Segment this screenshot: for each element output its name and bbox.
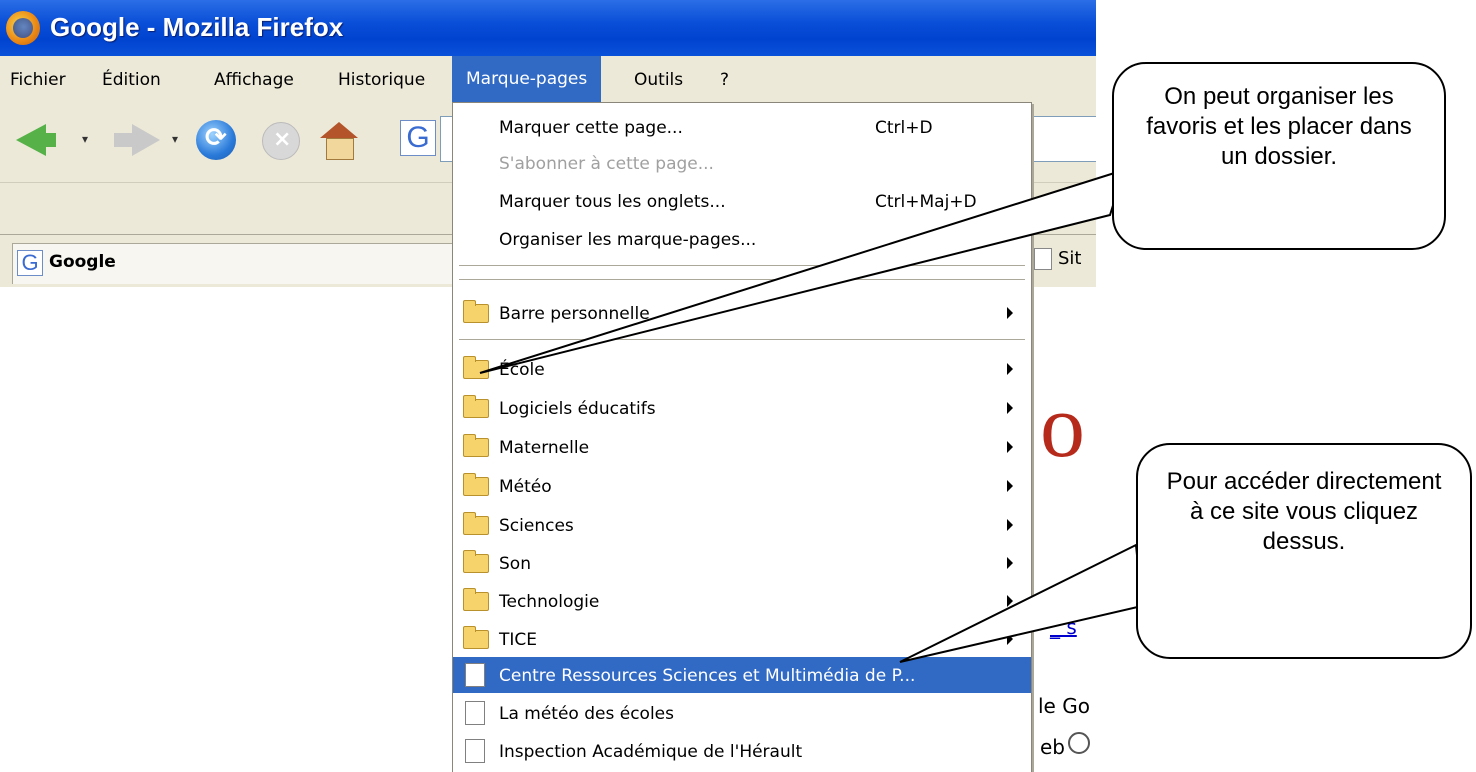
callout-access: Pour accéder directement à ce site vous … [1136,443,1472,659]
callout-bottom-pointer [899,543,1144,663]
callout-access-text: Pour accéder directement à ce site vous … [1166,468,1442,555]
callout-organize: On peut organiser les favoris et les pla… [1112,62,1446,250]
callout-top-pointer [479,168,1126,374]
callout-organize-text: On peut organiser les favoris et les pla… [1146,83,1412,170]
